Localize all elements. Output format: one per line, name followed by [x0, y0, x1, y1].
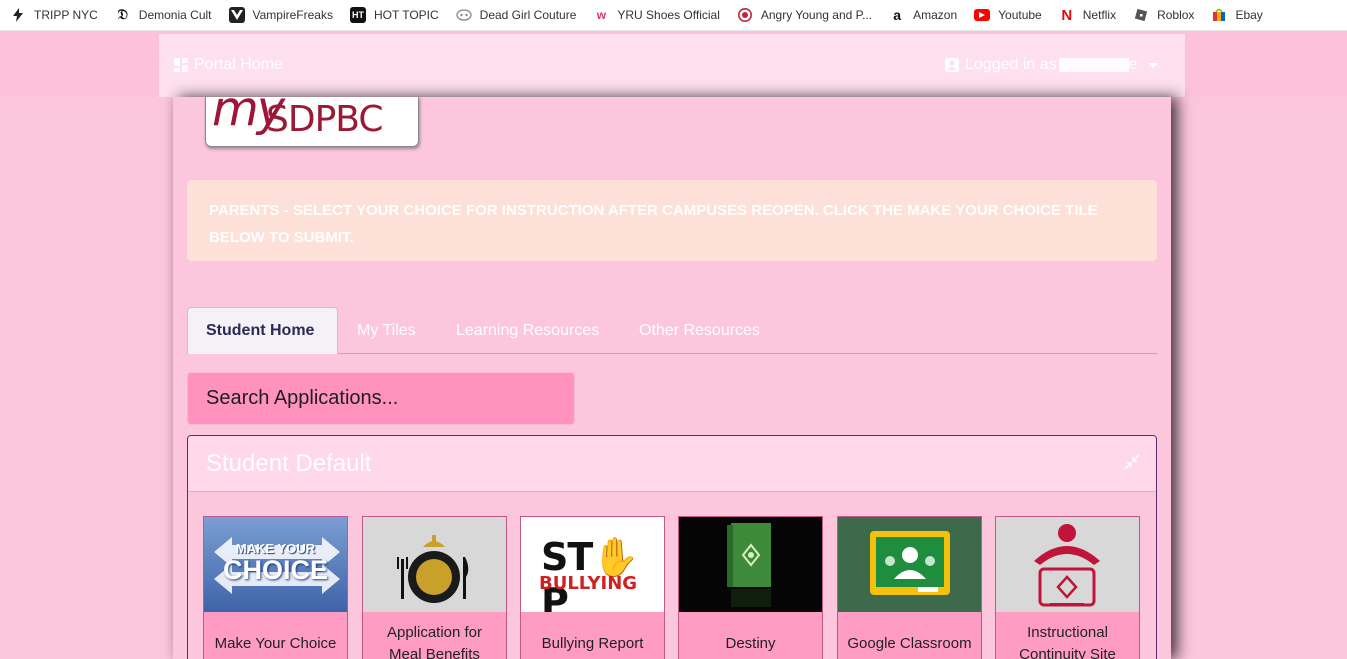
user-label: Logged in as [965, 56, 1057, 73]
user-card-icon [945, 58, 959, 72]
bookmark-label: YRU Shoes Official [617, 8, 720, 22]
bookmark-label: Dead Girl Couture [479, 8, 577, 22]
bookmark-youtube[interactable]: Youtube [974, 3, 1042, 27]
logo-sdpbc-text: SDPBC [266, 99, 383, 140]
bookmark-label: Demonia Cult [138, 8, 212, 22]
bookmark-label: Netflix [1082, 8, 1117, 22]
bookmarks-bar: TRIPP NYC 𝔇 Demonia Cult VampireFreaks H… [0, 0, 1347, 31]
lightning-icon [10, 7, 26, 23]
dashboard-icon [174, 58, 188, 72]
tab-student-home[interactable]: Student Home [187, 307, 338, 354]
stop-bullying-image: ST✋P BULLYING [521, 517, 664, 612]
tab-learning-resources[interactable]: Learning Resources [438, 307, 617, 354]
tile-google-classroom[interactable]: Google Classroom [837, 516, 982, 659]
chevron-down-icon [1147, 62, 1158, 68]
tile-make-your-choice[interactable]: MAKE YOUR CHOICE Make Your Choice [203, 516, 348, 659]
tile-label: Make Your Choice [214, 635, 337, 652]
tile-image-text-2: CHOICE [222, 555, 328, 585]
bookmark-demonia-cult[interactable]: 𝔇 Demonia Cult [115, 3, 212, 27]
tile-label: Destiny [725, 635, 776, 652]
tile-bullying-report[interactable]: ST✋P BULLYING Bullying Report [520, 516, 665, 659]
student-default-section: Student Default MAKE YOUR CHOICE Make Yo… [187, 435, 1157, 659]
bookmark-label: Youtube [998, 8, 1042, 22]
youtube-icon [974, 9, 991, 21]
tab-my-tiles[interactable]: My Tiles [339, 307, 434, 354]
roblox-icon [1133, 7, 1149, 23]
bookmark-ebay[interactable]: Ebay [1211, 3, 1263, 27]
user-menu[interactable]: Logged in as e [945, 56, 1158, 74]
tile-label: Application for Meal Benefits [386, 624, 483, 659]
instructional-continuity-icon [996, 517, 1139, 612]
bookmark-yru-shoes[interactable]: ᴡ YRU Shoes Official [593, 3, 720, 27]
tile-destiny[interactable]: Destiny [678, 516, 823, 659]
alert-text: PARENTS - SELECT YOUR CHOICE FOR INSTRUC… [209, 202, 1098, 246]
yru-icon: ᴡ [596, 8, 607, 22]
parents-choice-alert: PARENTS - SELECT YOUR CHOICE FOR INSTRUC… [187, 180, 1157, 261]
angry-young-icon [737, 7, 753, 23]
navbar: Portal Home Logged in as e [159, 34, 1185, 97]
bookmark-dead-girl-couture[interactable]: Dead Girl Couture [456, 3, 577, 27]
google-classroom-icon [838, 517, 981, 612]
bookmark-label: VampireFreaks [252, 8, 333, 22]
dead-girl-icon [456, 7, 472, 23]
section-header: Student Default [188, 436, 1156, 492]
tab-bar: Student Home My Tiles Learning Resources… [187, 307, 1157, 354]
gothic-d-icon: 𝔇 [117, 7, 128, 23]
bookmark-label: Amazon [913, 8, 958, 22]
bookmark-hot-topic[interactable]: HT HOT TOPIC [349, 3, 439, 27]
collapse-icon[interactable] [1124, 454, 1140, 470]
portal-home-link[interactable]: Portal Home [174, 56, 283, 74]
bookmark-label: Angry Young and P... [760, 8, 873, 22]
user-suffix: e [1128, 56, 1138, 73]
bookmark-roblox[interactable]: Roblox [1133, 3, 1194, 27]
bookmark-amazon[interactable]: a Amazon [889, 3, 957, 27]
tile-image-text-1: MAKE YOUR [235, 541, 316, 556]
amazon-icon: a [893, 7, 901, 23]
bullying-text: BULLYING [539, 573, 638, 594]
meal-plate-icon [363, 517, 506, 612]
portal-home-label: Portal Home [194, 56, 283, 73]
bookmark-vampirefreaks[interactable]: VampireFreaks [228, 3, 333, 27]
ebay-icon [1211, 7, 1227, 23]
tile-meal-benefits[interactable]: Application for Meal Benefits [362, 516, 507, 659]
tab-other-resources[interactable]: Other Resources [621, 307, 778, 354]
tile-label: Google Classroom [847, 635, 972, 652]
hot-topic-icon: HT [349, 7, 366, 23]
bookmark-label: TRIPP NYC [34, 8, 98, 22]
redacted-username [1058, 58, 1129, 72]
bookmark-label: Ebay [1235, 8, 1263, 22]
bookmark-label: HOT TOPIC [373, 8, 439, 22]
bookmark-label: Roblox [1157, 8, 1195, 22]
bookmark-netflix[interactable]: N Netflix [1059, 3, 1116, 27]
bookmark-tripp-nyc[interactable]: TRIPP NYC [10, 3, 98, 27]
destiny-book-icon [679, 517, 822, 612]
tile-instructional-continuity[interactable]: Instructional Continuity Site [995, 516, 1140, 659]
vampirefreaks-icon [228, 7, 245, 23]
tile-label: Bullying Report [541, 635, 644, 652]
bookmark-angry-young[interactable]: Angry Young and P... [737, 3, 872, 27]
make-your-choice-image: MAKE YOUR CHOICE [204, 517, 347, 612]
search-applications-input[interactable] [187, 372, 575, 425]
netflix-icon: N [1061, 6, 1073, 24]
tile-label: Instructional Continuity Site [1019, 624, 1116, 659]
mysdpbc-logo[interactable]: my SDPBC [205, 97, 419, 147]
section-title: Student Default [206, 449, 372, 477]
